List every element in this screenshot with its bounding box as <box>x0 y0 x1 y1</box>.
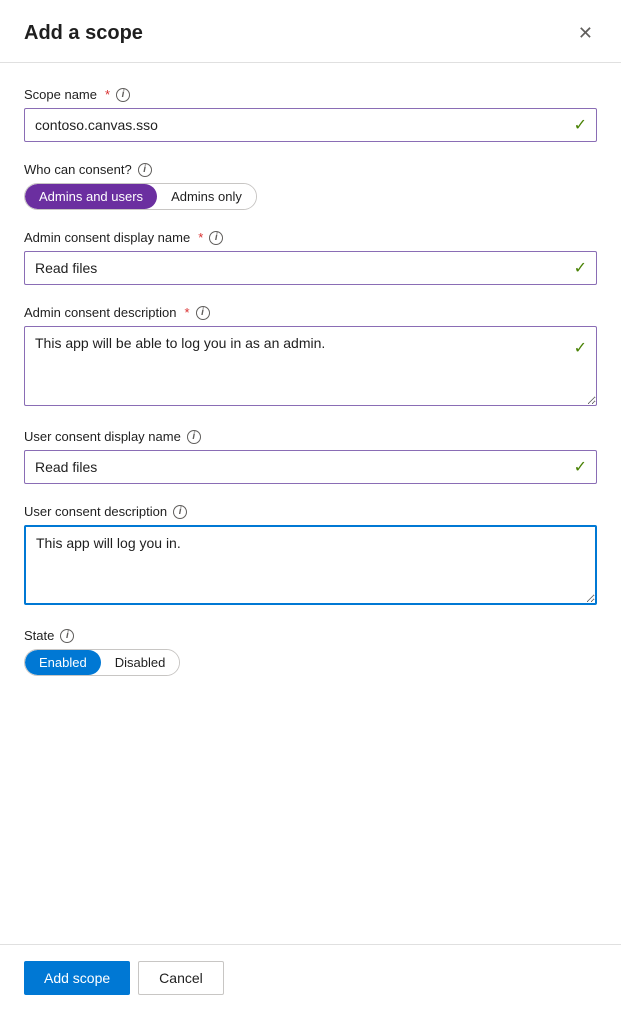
consent-admins-only-option[interactable]: Admins only <box>157 184 256 209</box>
admin-consent-description-textarea[interactable] <box>24 326 597 406</box>
who-can-consent-info-icon[interactable]: i <box>138 163 152 177</box>
consent-admins-and-users-option[interactable]: Admins and users <box>25 184 157 209</box>
admin-consent-description-group: Admin consent description * i ✓ <box>24 305 597 409</box>
user-consent-description-info-icon[interactable]: i <box>173 505 187 519</box>
user-consent-description-group: User consent description i <box>24 504 597 608</box>
required-indicator: * <box>105 87 110 102</box>
scope-name-input[interactable] <box>24 108 597 142</box>
modal-title: Add a scope <box>24 22 143 45</box>
scope-name-label: Scope name * i <box>24 87 597 102</box>
user-consent-description-textarea[interactable] <box>24 525 597 605</box>
user-consent-description-label: User consent description i <box>24 504 597 519</box>
user-consent-display-name-info-icon[interactable]: i <box>187 430 201 444</box>
user-consent-description-textarea-wrapper <box>24 525 597 608</box>
admin-consent-description-info-icon[interactable]: i <box>196 306 210 320</box>
user-consent-display-name-group: User consent display name i ✓ <box>24 429 597 484</box>
scope-name-info-icon[interactable]: i <box>116 88 130 102</box>
who-can-consent-label: Who can consent? i <box>24 162 597 177</box>
modal: Add a scope ✕ Scope name * i ✓ Who can c… <box>0 0 621 1011</box>
admin-consent-display-name-info-icon[interactable]: i <box>209 231 223 245</box>
scope-name-group: Scope name * i ✓ <box>24 87 597 142</box>
state-toggle-group: Enabled Disabled <box>24 649 180 676</box>
state-label: State i <box>24 628 597 643</box>
modal-body: Scope name * i ✓ Who can consent? i Admi… <box>0 63 621 944</box>
user-consent-display-name-check-icon: ✓ <box>574 457 587 477</box>
user-consent-display-name-label: User consent display name i <box>24 429 597 444</box>
user-consent-display-name-input[interactable] <box>24 450 597 484</box>
admin-consent-display-name-label: Admin consent display name * i <box>24 230 597 245</box>
modal-footer: Add scope Cancel <box>0 944 621 1011</box>
required-indicator-3: * <box>184 305 189 320</box>
state-disabled-option[interactable]: Disabled <box>101 650 180 675</box>
admin-consent-description-textarea-wrapper: ✓ <box>24 326 597 409</box>
add-scope-button[interactable]: Add scope <box>24 961 130 995</box>
admin-consent-display-name-group: Admin consent display name * i ✓ <box>24 230 597 285</box>
state-enabled-option[interactable]: Enabled <box>25 650 101 675</box>
admin-consent-description-label: Admin consent description * i <box>24 305 597 320</box>
required-indicator-2: * <box>198 230 203 245</box>
cancel-button[interactable]: Cancel <box>138 961 224 995</box>
admin-consent-display-name-input-wrapper: ✓ <box>24 251 597 285</box>
admin-consent-display-name-input[interactable] <box>24 251 597 285</box>
scope-name-input-wrapper: ✓ <box>24 108 597 142</box>
who-can-consent-group: Who can consent? i Admins and users Admi… <box>24 162 597 210</box>
scope-name-check-icon: ✓ <box>574 115 587 135</box>
user-consent-display-name-input-wrapper: ✓ <box>24 450 597 484</box>
consent-toggle-group: Admins and users Admins only <box>24 183 257 210</box>
admin-consent-description-check-icon: ✓ <box>574 338 587 358</box>
state-info-icon[interactable]: i <box>60 629 74 643</box>
modal-header: Add a scope ✕ <box>0 0 621 63</box>
state-group: State i Enabled Disabled <box>24 628 597 676</box>
close-button[interactable]: ✕ <box>574 20 597 46</box>
admin-consent-display-name-check-icon: ✓ <box>574 258 587 278</box>
